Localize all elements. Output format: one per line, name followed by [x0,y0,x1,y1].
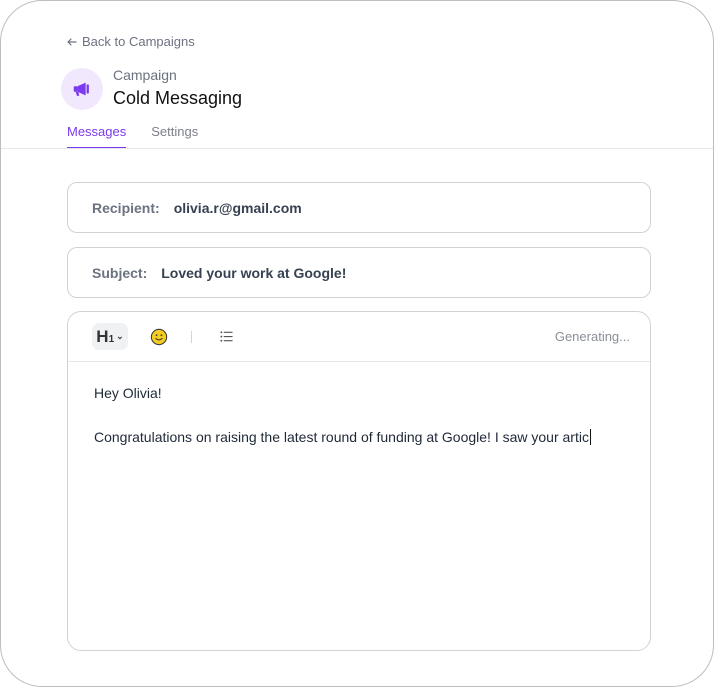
subject-field[interactable]: Subject: Loved your work at Google! [67,247,651,298]
back-to-campaigns-link[interactable]: Back to Campaigns [67,34,195,49]
body-text: Congratulations on raising the latest ro… [94,429,589,445]
smiley-icon[interactable] [150,328,168,346]
toolbar-separator [191,331,192,343]
campaign-panel: Back to Campaigns Campaign Cold Messagin… [0,0,714,687]
heading-icon-main: H [96,326,109,346]
editor-body[interactable]: Hey Olivia! Congratulations on raising t… [94,382,610,448]
recipient-value[interactable]: olivia.r@gmail.com [174,200,302,216]
chevron-down-icon: ⌄ [116,331,124,341]
greeting-line: Hey Olivia! [94,385,162,401]
editor-toolbar: H 1 ⌄ Generating... [68,312,650,362]
tab-settings[interactable]: Settings [151,124,198,148]
tab-bar: Messages Settings [67,124,198,148]
header-divider [1,148,713,149]
megaphone-icon [73,82,89,96]
back-label: Back to Campaigns [82,34,195,49]
heading-icon-sub: 1 [108,333,115,345]
generation-status: Generating... [554,329,630,344]
tab-messages[interactable]: Messages [67,124,127,148]
message-editor[interactable]: H 1 ⌄ Generating... Hey Olivia! Congratu… [67,311,651,651]
page-title: Cold Messaging [113,88,243,108]
campaign-avatar [61,68,103,110]
recipient-field[interactable]: Recipient: olivia.r@gmail.com [67,182,651,233]
page-kicker: Campaign [113,67,177,83]
body-paragraph: Congratulations on raising the latest ro… [94,426,610,448]
bullet-list-icon[interactable] [219,329,234,344]
arrow-left-icon [67,37,77,46]
text-caret [589,429,591,445]
heading-dropdown-button[interactable]: H 1 ⌄ [92,323,128,350]
subject-value[interactable]: Loved your work at Google! [161,265,346,281]
subject-label: Subject: [92,264,148,281]
recipient-label: Recipient: [92,199,160,216]
